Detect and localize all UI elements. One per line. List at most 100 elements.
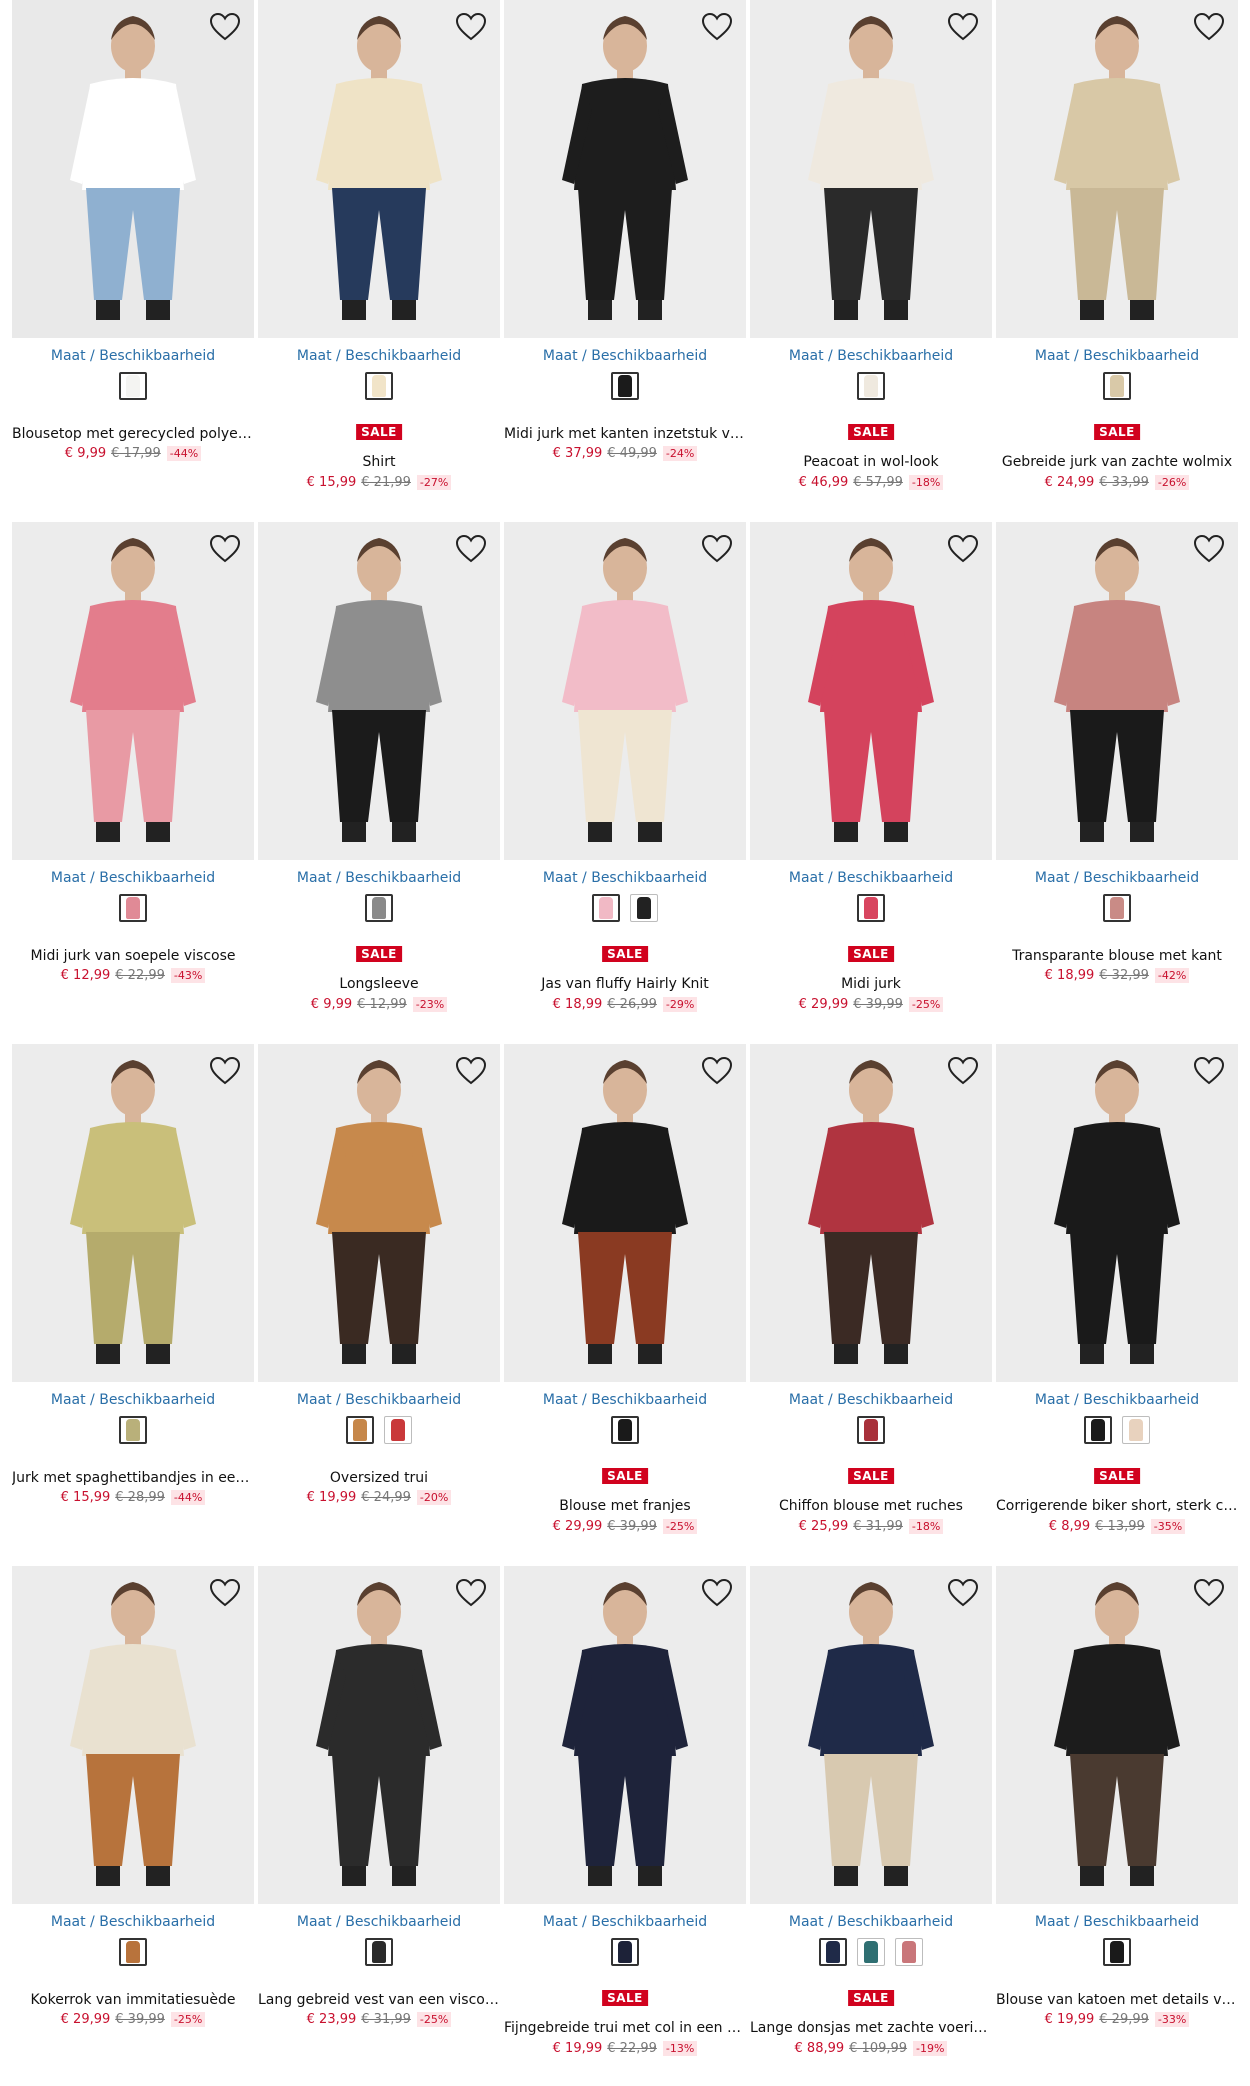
- color-swatch[interactable]: [857, 372, 885, 400]
- product-name[interactable]: Blouse met franjes: [504, 1498, 746, 1514]
- product-name[interactable]: Blousetop met gerecycled polyester: [12, 426, 254, 442]
- favorite-heart-icon[interactable]: [1192, 1054, 1226, 1088]
- product-card[interactable]: Maat / Beschikbaarheid SALE Midi jurk € 29,…: [750, 522, 992, 1042]
- size-availability-link[interactable]: Maat / Beschikbaarheid: [12, 870, 254, 886]
- product-name[interactable]: Transparante blouse met kant: [996, 948, 1238, 964]
- size-availability-link[interactable]: Maat / Beschikbaarheid: [996, 1914, 1238, 1930]
- product-image[interactable]: [750, 1044, 992, 1382]
- favorite-heart-icon[interactable]: [700, 532, 734, 566]
- product-name[interactable]: Kokerrok van immitatiesuède: [12, 1992, 254, 2008]
- favorite-heart-icon[interactable]: [454, 1576, 488, 1610]
- product-name[interactable]: Corrigerende biker short, sterk cor...: [996, 1498, 1238, 1514]
- color-swatch[interactable]: [857, 1416, 885, 1444]
- favorite-heart-icon[interactable]: [1192, 532, 1226, 566]
- product-card[interactable]: Maat / Beschikbaarheid Blouse van katoen …: [996, 1566, 1238, 2086]
- color-swatch[interactable]: [1103, 894, 1131, 922]
- product-image[interactable]: [750, 0, 992, 338]
- product-name[interactable]: Chiffon blouse met ruches: [750, 1498, 992, 1514]
- product-image[interactable]: [504, 1044, 746, 1382]
- product-image[interactable]: [996, 522, 1238, 860]
- product-name[interactable]: Peacoat in wol-look: [750, 454, 992, 470]
- favorite-heart-icon[interactable]: [700, 1576, 734, 1610]
- size-availability-link[interactable]: Maat / Beschikbaarheid: [258, 348, 500, 364]
- favorite-heart-icon[interactable]: [454, 10, 488, 44]
- color-swatch[interactable]: [1103, 372, 1131, 400]
- favorite-heart-icon[interactable]: [700, 10, 734, 44]
- favorite-heart-icon[interactable]: [946, 532, 980, 566]
- product-card[interactable]: Maat / Beschikbaarheid SALE Gebreide jurk …: [996, 0, 1238, 520]
- product-image[interactable]: [750, 1566, 992, 1904]
- product-name[interactable]: Lang gebreid vest van een viscosemix: [258, 1992, 500, 2008]
- color-swatch[interactable]: [119, 372, 147, 400]
- product-card[interactable]: Maat / Beschikbaarheid SALE Peacoat in wol…: [750, 0, 992, 520]
- favorite-heart-icon[interactable]: [208, 1576, 242, 1610]
- color-swatch[interactable]: [1084, 1416, 1112, 1444]
- favorite-heart-icon[interactable]: [1192, 1576, 1226, 1610]
- product-image[interactable]: [750, 522, 992, 860]
- color-swatch[interactable]: [119, 894, 147, 922]
- product-name[interactable]: Gebreide jurk van zachte wolmix: [996, 454, 1238, 470]
- color-swatch[interactable]: [346, 1416, 374, 1444]
- size-availability-link[interactable]: Maat / Beschikbaarheid: [504, 1914, 746, 1930]
- size-availability-link[interactable]: Maat / Beschikbaarheid: [258, 870, 500, 886]
- product-card[interactable]: Maat / Beschikbaarheid Blousetop met gere…: [12, 0, 254, 520]
- favorite-heart-icon[interactable]: [946, 10, 980, 44]
- product-name[interactable]: Shirt: [258, 454, 500, 470]
- product-image[interactable]: [996, 0, 1238, 338]
- product-name[interactable]: Jas van fluffy Hairly Knit: [504, 976, 746, 992]
- size-availability-link[interactable]: Maat / Beschikbaarheid: [504, 1392, 746, 1408]
- color-swatch[interactable]: [819, 1938, 847, 1966]
- product-image[interactable]: [258, 0, 500, 338]
- size-availability-link[interactable]: Maat / Beschikbaarheid: [258, 1914, 500, 1930]
- product-image[interactable]: [504, 1566, 746, 1904]
- color-swatch[interactable]: [611, 1938, 639, 1966]
- size-availability-link[interactable]: Maat / Beschikbaarheid: [996, 1392, 1238, 1408]
- favorite-heart-icon[interactable]: [454, 1054, 488, 1088]
- product-name[interactable]: Midi jurk: [750, 976, 992, 992]
- product-name[interactable]: Midi jurk van soepele viscose: [12, 948, 254, 964]
- product-name[interactable]: Oversized trui: [258, 1470, 500, 1486]
- size-availability-link[interactable]: Maat / Beschikbaarheid: [504, 348, 746, 364]
- size-availability-link[interactable]: Maat / Beschikbaarheid: [12, 1392, 254, 1408]
- product-card[interactable]: Maat / Beschikbaarheid SALE Fijngebreide t…: [504, 1566, 746, 2086]
- product-image[interactable]: [258, 1566, 500, 1904]
- product-name[interactable]: Fijngebreide trui met col in een vis...: [504, 2020, 746, 2036]
- product-image[interactable]: [996, 1566, 1238, 1904]
- product-card[interactable]: Maat / Beschikbaarheid SALE Blouse met fra…: [504, 1044, 746, 1564]
- product-card[interactable]: Maat / Beschikbaarheid SALE Longsleeve € 9,…: [258, 522, 500, 1042]
- color-swatch[interactable]: [630, 894, 658, 922]
- product-card[interactable]: Maat / Beschikbaarheid Kokerrok van immit…: [12, 1566, 254, 2086]
- product-image[interactable]: [12, 0, 254, 338]
- product-card[interactable]: Maat / Beschikbaarheid SALE Chiffon blouse…: [750, 1044, 992, 1564]
- color-swatch[interactable]: [119, 1938, 147, 1966]
- color-swatch[interactable]: [895, 1938, 923, 1966]
- size-availability-link[interactable]: Maat / Beschikbaarheid: [750, 1914, 992, 1930]
- size-availability-link[interactable]: Maat / Beschikbaarheid: [258, 1392, 500, 1408]
- product-image[interactable]: [504, 522, 746, 860]
- color-swatch[interactable]: [365, 372, 393, 400]
- size-availability-link[interactable]: Maat / Beschikbaarheid: [750, 870, 992, 886]
- color-swatch[interactable]: [611, 1416, 639, 1444]
- favorite-heart-icon[interactable]: [1192, 10, 1226, 44]
- color-swatch[interactable]: [119, 1416, 147, 1444]
- color-swatch[interactable]: [1103, 1938, 1131, 1966]
- product-card[interactable]: Maat / Beschikbaarheid SALE Lange donsjas …: [750, 1566, 992, 2086]
- product-image[interactable]: [12, 522, 254, 860]
- size-availability-link[interactable]: Maat / Beschikbaarheid: [996, 348, 1238, 364]
- size-availability-link[interactable]: Maat / Beschikbaarheid: [996, 870, 1238, 886]
- color-swatch[interactable]: [857, 1938, 885, 1966]
- favorite-heart-icon[interactable]: [208, 10, 242, 44]
- product-image[interactable]: [996, 1044, 1238, 1382]
- favorite-heart-icon[interactable]: [208, 532, 242, 566]
- favorite-heart-icon[interactable]: [208, 1054, 242, 1088]
- color-swatch[interactable]: [592, 894, 620, 922]
- size-availability-link[interactable]: Maat / Beschikbaarheid: [12, 1914, 254, 1930]
- favorite-heart-icon[interactable]: [946, 1576, 980, 1610]
- product-name[interactable]: Lange donsjas met zachte voering, ...: [750, 2020, 992, 2036]
- favorite-heart-icon[interactable]: [700, 1054, 734, 1088]
- product-card[interactable]: Maat / Beschikbaarheid Transparante blous…: [996, 522, 1238, 1042]
- color-swatch[interactable]: [384, 1416, 412, 1444]
- product-card[interactable]: Maat / Beschikbaarheid SALE Shirt € 15,99 € …: [258, 0, 500, 520]
- product-image[interactable]: [258, 522, 500, 860]
- product-card[interactable]: Maat / Beschikbaarheid Oversized trui € 19…: [258, 1044, 500, 1564]
